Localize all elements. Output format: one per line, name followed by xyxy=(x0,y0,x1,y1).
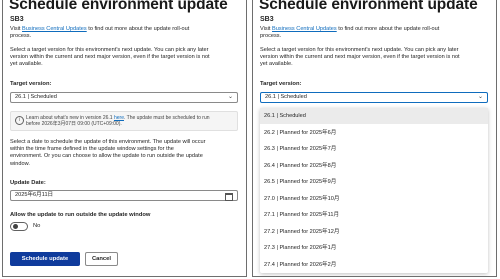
intro-text: Visit Business Central Updates to find o… xyxy=(10,26,190,40)
allow-outside-window-toggle[interactable] xyxy=(10,222,28,231)
version-info-message: i Learn about what's new in version 26.1… xyxy=(10,111,238,131)
version-option[interactable]: 26.1 | Scheduled xyxy=(260,108,488,124)
toggle-knob xyxy=(13,224,18,229)
schedule-update-button[interactable]: Schedule update xyxy=(10,252,80,266)
chevron-down-icon: ⌄ xyxy=(227,94,233,100)
version-option[interactable]: 27.4 | Planned for 2026年2月 xyxy=(260,257,488,273)
version-option[interactable]: 26.2 | Planned for 2025年6月 xyxy=(260,125,488,141)
target-version-label: Target version: xyxy=(10,81,52,87)
version-option[interactable]: 27.2 | Planned for 2025年12月 xyxy=(260,224,488,240)
business-central-updates-link[interactable]: Business Central Updates xyxy=(272,26,337,32)
panel-title: Schedule environment update xyxy=(259,0,478,13)
target-version-description: Select a target version for this environ… xyxy=(10,47,210,68)
version-option[interactable]: 27.1 | Planned for 2025年11月 xyxy=(260,207,488,223)
target-version-select[interactable]: 26.1 | Scheduled ⌄ xyxy=(10,92,238,103)
target-version-select[interactable]: 26.1 | Scheduled ⌄ xyxy=(260,92,488,103)
toggle-state-label: No xyxy=(33,223,41,229)
cancel-button[interactable]: Cancel xyxy=(85,252,118,266)
update-date-label: Update Date: xyxy=(10,180,46,186)
update-date-description: Select a date to schedule the update of … xyxy=(10,139,206,167)
target-version-description: Select a target version for this environ… xyxy=(260,47,460,68)
version-option[interactable]: 26.5 | Planned for 2025年9月 xyxy=(260,174,488,190)
schedule-update-panel-right: Schedule environment update SB3 Visit Bu… xyxy=(252,0,497,277)
info-icon: i xyxy=(15,116,24,125)
target-version-label: Target version: xyxy=(260,81,302,87)
update-date-picker[interactable]: 2025年6月11日 xyxy=(10,190,238,201)
intro-text: Visit Business Central Updates to find o… xyxy=(260,26,440,40)
version-option[interactable]: 26.4 | Planned for 2025年8月 xyxy=(260,158,488,174)
version-option[interactable]: 27.0 | Planned for 2025年10月 xyxy=(260,191,488,207)
environment-name: SB3 xyxy=(260,16,274,23)
target-version-dropdown: 26.1 | Scheduled 26.2 | Planned for 2025… xyxy=(260,108,488,273)
version-option[interactable]: 27.3 | Planned for 2026年1月 xyxy=(260,240,488,256)
environment-name: SB3 xyxy=(10,16,24,23)
chevron-down-icon: ⌄ xyxy=(477,94,483,100)
version-option[interactable]: 26.3 | Planned for 2025年7月 xyxy=(260,141,488,157)
calendar-icon[interactable] xyxy=(225,193,233,201)
allow-outside-window-label: Allow the update to run outside the upda… xyxy=(10,212,151,218)
business-central-updates-link[interactable]: Business Central Updates xyxy=(22,26,87,32)
panel-title: Schedule environment update xyxy=(9,0,228,13)
schedule-update-panel-left: Schedule environment update SB3 Visit Bu… xyxy=(2,0,247,277)
